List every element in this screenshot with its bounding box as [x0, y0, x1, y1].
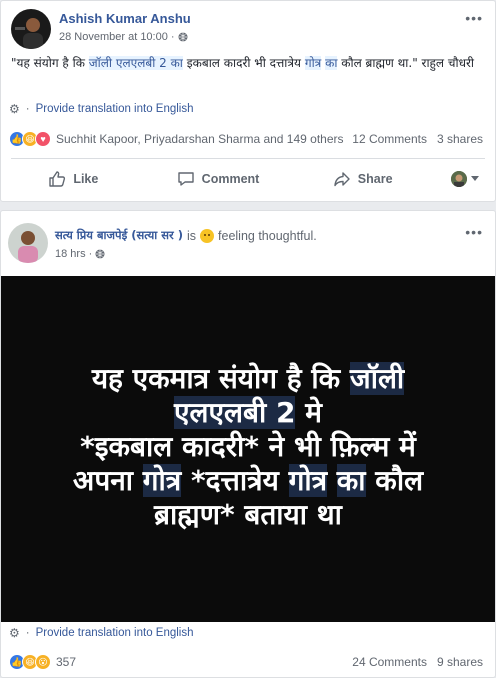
share-label: Share — [357, 172, 393, 186]
post-timestamp[interactable]: 18 hrs — [55, 248, 86, 260]
author-avatar[interactable] — [11, 9, 51, 49]
highlighted-text-segment: एलएलबी 2 — [174, 396, 296, 429]
image-text-line: अपना गोत्र *दत्तात्रेय गोत्र का कौल — [21, 464, 475, 498]
love-reaction-icon: ♥ — [35, 131, 51, 147]
image-text-line: ब्राह्मण* बताया था — [21, 498, 475, 532]
text-segment: "यह संयोग है कि — [11, 56, 89, 70]
reaction-count[interactable]: 357 — [56, 655, 76, 669]
current-user-avatar — [451, 171, 468, 187]
separator-dot: · — [25, 103, 30, 115]
meta-separator: · — [170, 31, 175, 43]
text-segment: *दत्तात्रेय — [181, 464, 289, 497]
post-author-line: सत्य प्रिय बाजपेई (सत्या सर ) is feeling… — [55, 228, 317, 243]
tagged-text-segment[interactable]: गोत्र — [304, 56, 322, 70]
translate-label[interactable]: Provide translation into English — [36, 627, 194, 639]
post-image[interactable]: यह एकमात्र संयोग है कि जॉली एलएलबी 2 मे *इ… — [1, 276, 495, 622]
post-meta: 28 November at 10:00 · — [59, 31, 188, 43]
text-segment: मे — [295, 396, 322, 429]
image-text-line: *इकबाल कादरी* ने भी फ़िल्म में — [21, 430, 475, 464]
comments-count[interactable]: 24 Comments — [352, 655, 427, 669]
post-author-name[interactable]: Ashish Kumar Anshu — [59, 11, 191, 26]
share-button[interactable]: Share — [290, 163, 435, 195]
image-text: यह एकमात्र संयोग है कि जॉली एलएलबी 2 मे *इ… — [21, 362, 475, 532]
highlighted-text-segment: गोत्र — [288, 464, 328, 497]
globe-icon — [95, 249, 105, 259]
comment-button[interactable]: Comment — [146, 163, 291, 195]
image-text-line: यह एकमात्र संयोग है कि जॉली — [21, 362, 475, 396]
share-icon — [334, 172, 350, 187]
post-card-1: Ashish Kumar Anshu 28 November at 10:00 … — [0, 0, 496, 202]
wow-reaction-icon: 😮 — [35, 654, 51, 670]
globe-icon — [178, 32, 188, 42]
translate-label[interactable]: Provide translation into English — [36, 103, 194, 115]
divider — [11, 158, 485, 159]
is-word: is — [187, 228, 197, 243]
text-segment: कौल ब्राह्मण था." राहुल चौधरी — [337, 56, 475, 70]
gear-icon: ⚙ — [9, 626, 20, 640]
engagement-counts: 24 Comments 9 shares — [352, 655, 483, 669]
post-text: "यह संयोग है कि जॉली एलएलबी 2 का इकबाल क… — [11, 55, 489, 72]
separator-dot: · — [25, 627, 30, 639]
reactions-names[interactable]: Suchhit Kapoor, Priyadarshan Sharma and … — [56, 132, 344, 146]
comment-icon — [177, 172, 194, 186]
feeling-text: feeling thoughtful. — [218, 228, 317, 243]
shares-count[interactable]: 3 shares — [437, 132, 483, 146]
like-icon — [49, 171, 66, 187]
author-avatar[interactable] — [8, 223, 48, 263]
share-as-selector[interactable] — [435, 171, 495, 187]
comment-label: Comment — [201, 172, 260, 186]
text-segment: कौल — [365, 464, 424, 497]
feeling-emoji-icon — [200, 228, 215, 243]
more-options-icon[interactable]: ••• — [465, 225, 483, 239]
gear-icon: ⚙ — [9, 102, 20, 116]
post-timestamp[interactable]: 28 November at 10:00 — [59, 31, 168, 43]
comments-count[interactable]: 12 Comments — [352, 132, 427, 146]
text-segment — [327, 464, 337, 497]
translate-link[interactable]: ⚙ · Provide translation into English — [9, 626, 194, 640]
more-options-icon[interactable]: ••• — [465, 11, 483, 25]
shares-count[interactable]: 9 shares — [437, 655, 483, 669]
text-segment: ब्राह्मण* बताया था — [154, 498, 342, 531]
post-author-name[interactable]: सत्य प्रिय बाजपेई (सत्या सर ) — [55, 228, 183, 243]
meta-separator: · — [88, 248, 93, 260]
tagged-text-segment[interactable]: जॉली एलएलबी 2 का — [88, 56, 183, 70]
reactions-summary[interactable]: 👍 😆 ♥ Suchhit Kapoor, Priyadarshan Sharm… — [9, 131, 344, 147]
text-segment: इकबाल कादरी भी दत्तात्रेय — [182, 56, 305, 70]
engagement-counts: 12 Comments 3 shares — [352, 132, 483, 146]
text-segment: अपना — [72, 464, 143, 497]
highlighted-text-segment: जॉली — [349, 362, 405, 395]
highlighted-text-segment: गोत्र — [142, 464, 182, 497]
like-button[interactable]: Like — [1, 163, 146, 195]
post-card-2: सत्य प्रिय बाजपेई (सत्या सर ) is feeling… — [0, 210, 496, 678]
like-label: Like — [73, 172, 99, 186]
highlighted-text-segment: का — [336, 464, 366, 497]
text-segment: *इकबाल कादरी* ने भी फ़िल्म में — [80, 430, 416, 463]
post-meta: 18 hrs · — [55, 248, 105, 260]
action-bar: Like Comment Share — [1, 163, 495, 195]
image-text-line: एलएलबी 2 मे — [21, 396, 475, 430]
text-segment: यह एकमात्र संयोग है कि — [91, 362, 350, 395]
translate-link[interactable]: ⚙ · Provide translation into English — [9, 102, 194, 116]
chevron-down-icon — [471, 176, 480, 181]
tagged-text-segment[interactable]: का — [325, 56, 338, 70]
reactions-summary[interactable]: 👍 😆 😮 357 — [9, 654, 76, 670]
